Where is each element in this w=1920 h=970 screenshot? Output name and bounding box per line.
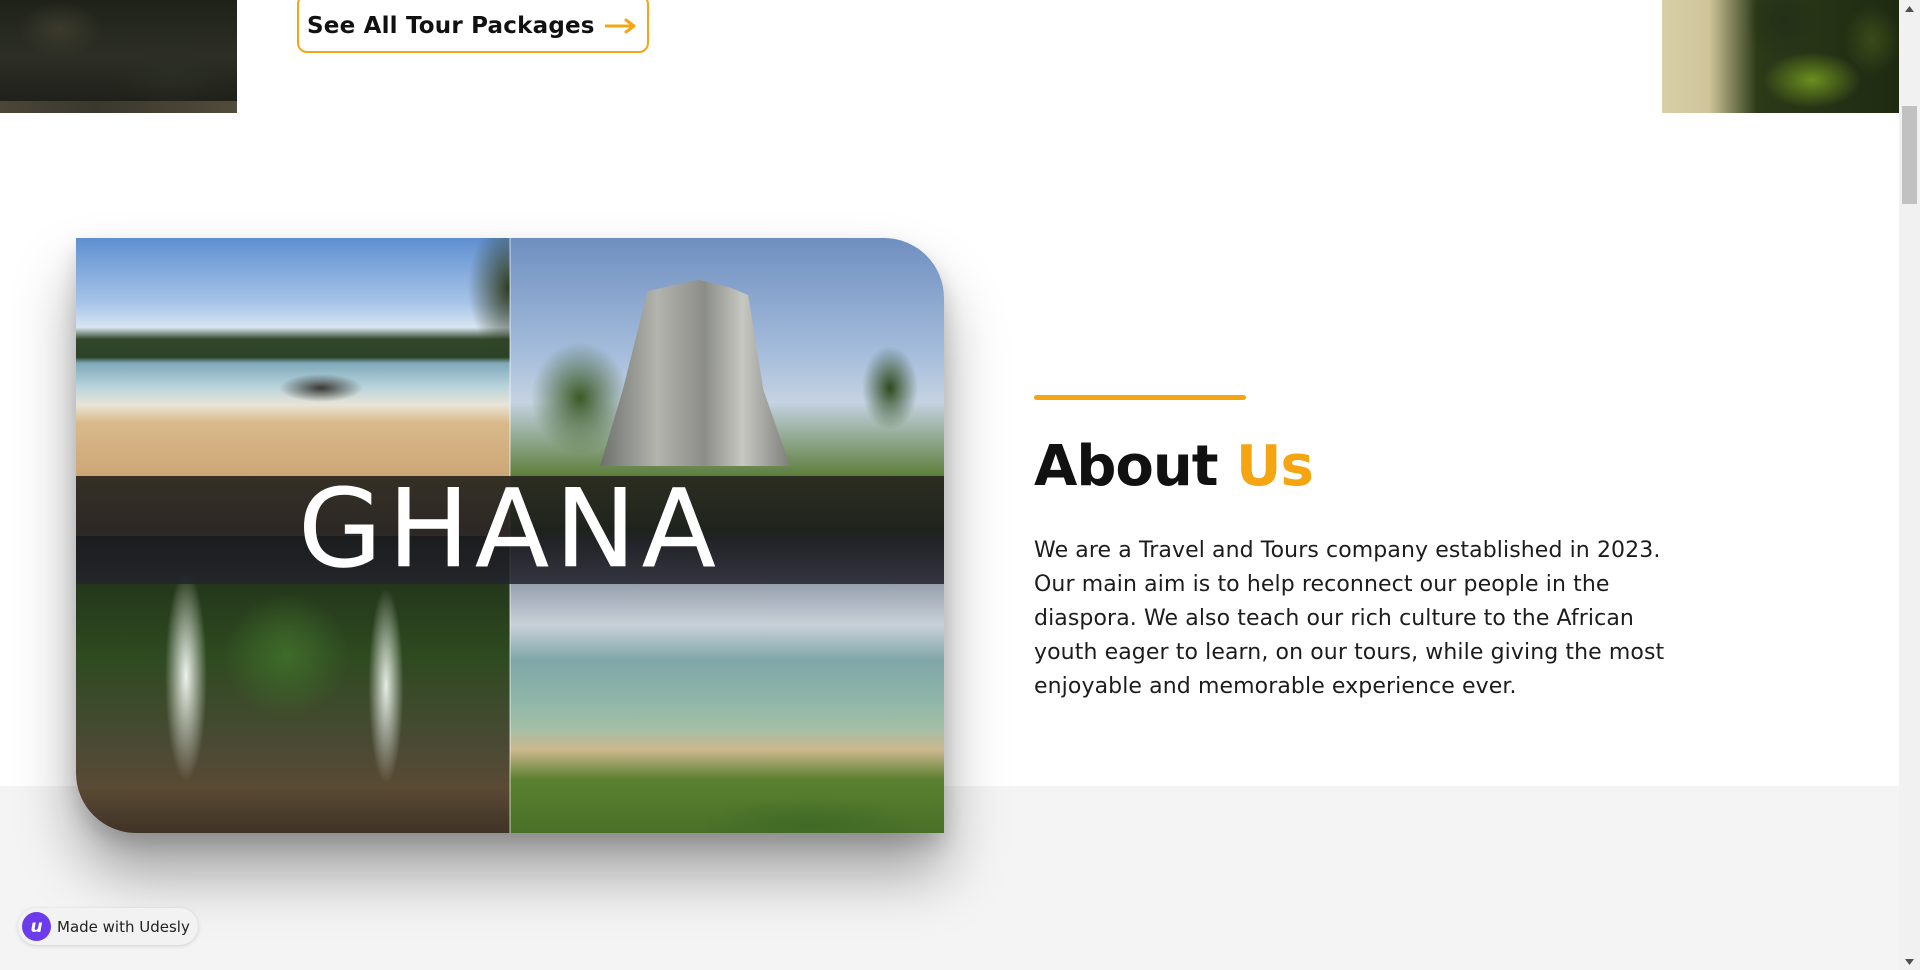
tour-section-end: See All Tour Packages <box>0 0 1899 113</box>
scroll-down-arrow-icon[interactable] <box>1899 953 1920 970</box>
cta-label: See All Tour Packages <box>307 12 595 39</box>
scrollbar-thumb[interactable] <box>1902 106 1917 204</box>
about-heading: About Us <box>1034 436 1674 498</box>
see-all-tour-packages-button[interactable]: See All Tour Packages <box>297 0 649 53</box>
collage-title: GHANA <box>298 467 722 592</box>
about-body-text: We are a Travel and Tours company establ… <box>1034 537 1665 699</box>
tour-photo-right <box>1662 0 1899 113</box>
page: See All Tour Packages GHANA About Us We … <box>0 0 1920 970</box>
page-scrollbar[interactable] <box>1899 0 1920 970</box>
about-content: About Us We are a Travel and Tours compa… <box>1034 395 1674 704</box>
made-with-udesly-badge[interactable]: u Made with Udesly <box>18 908 198 945</box>
monument-shape <box>600 279 790 466</box>
udesly-logo-icon: u <box>22 912 51 941</box>
accent-divider <box>1034 395 1246 400</box>
about-heading-accent: Us <box>1236 434 1314 499</box>
tour-photo-left <box>0 0 237 113</box>
about-heading-main: About <box>1034 434 1219 499</box>
arrow-right-icon <box>604 14 637 34</box>
ghana-collage-image: GHANA <box>76 238 944 833</box>
made-with-label: Made with Udesly <box>57 917 190 936</box>
svg-text:u: u <box>30 917 42 937</box>
scroll-up-arrow-icon[interactable] <box>1899 0 1920 17</box>
